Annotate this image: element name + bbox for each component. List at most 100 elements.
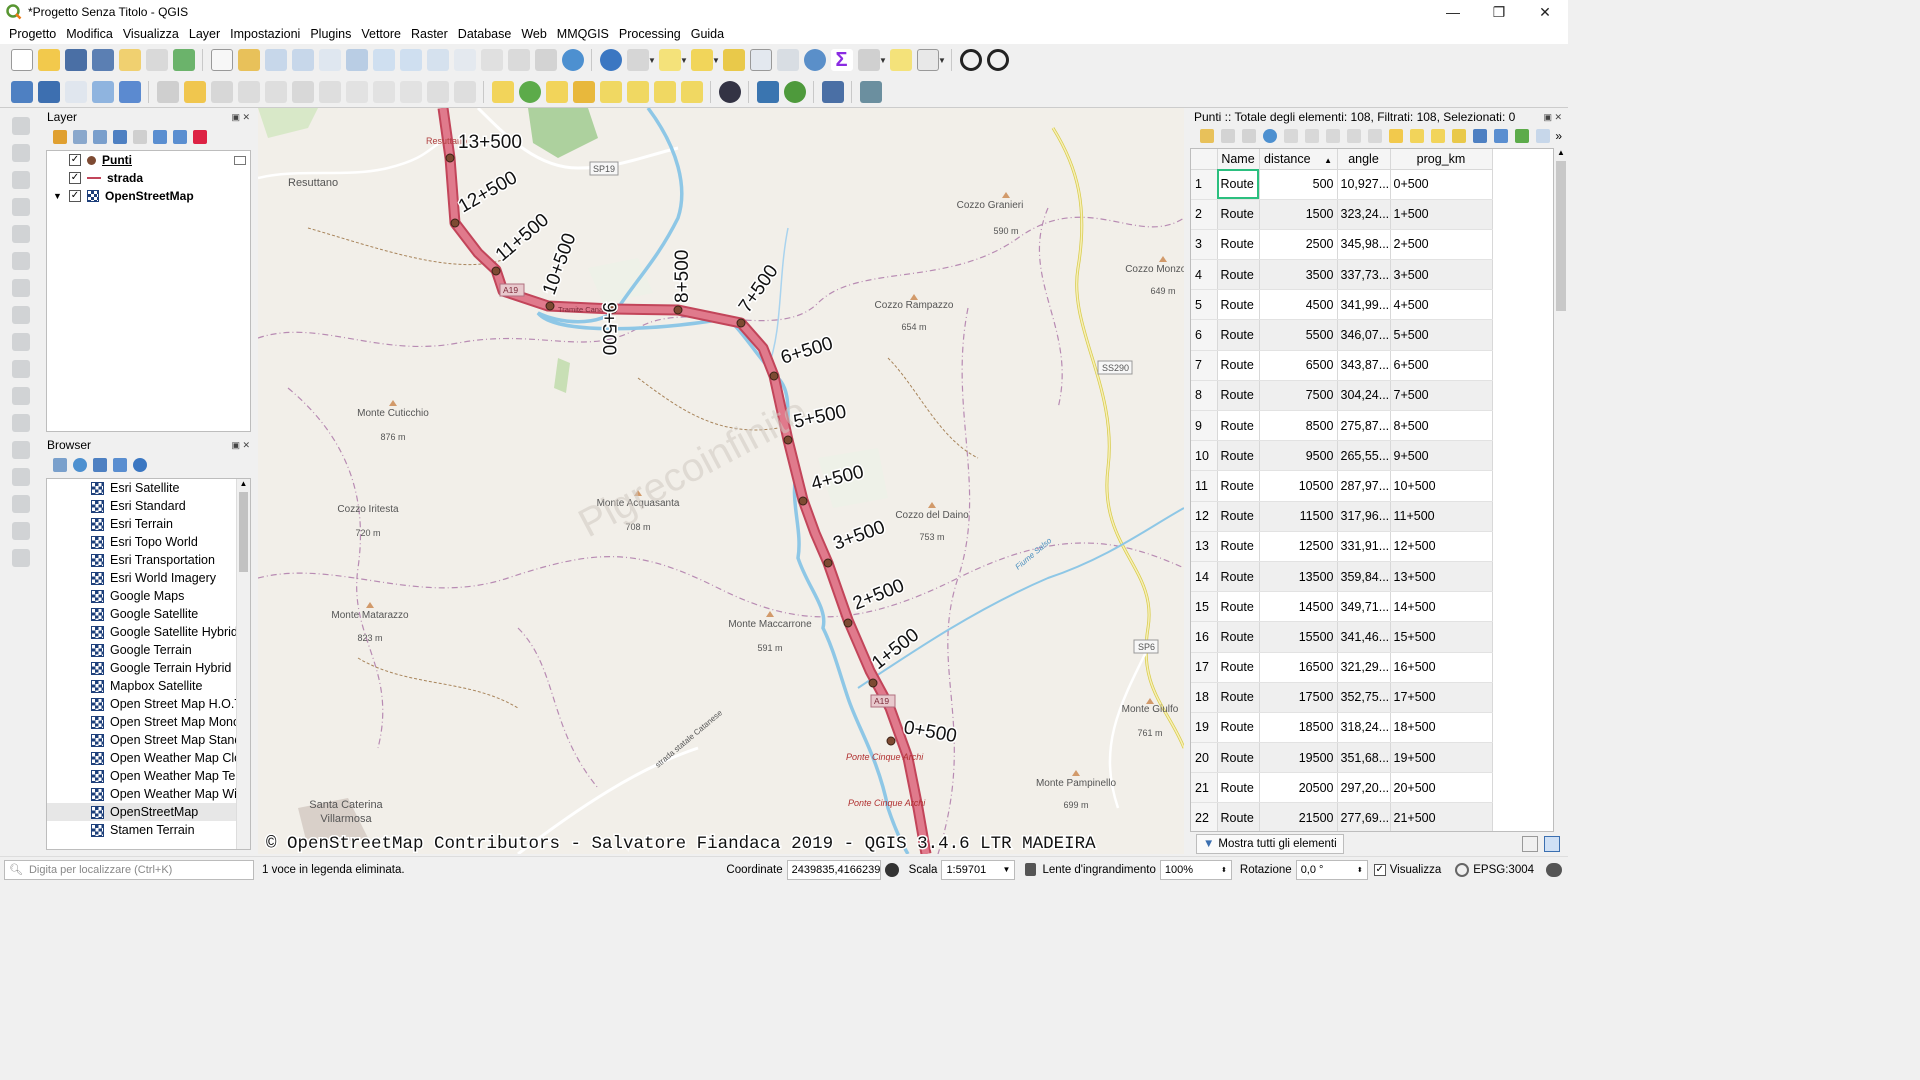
copy-features-icon[interactable] xyxy=(372,80,395,103)
cell-angle[interactable]: 345,98... xyxy=(1337,229,1391,261)
menu-plugins[interactable]: Plugins xyxy=(305,27,356,41)
cell-distance[interactable]: 14500 xyxy=(1259,591,1338,623)
cell-prog-km[interactable]: 1+500 xyxy=(1390,199,1493,230)
digitize-tool-icon[interactable] xyxy=(12,522,30,540)
cell-angle[interactable]: 351,68... xyxy=(1337,742,1391,774)
label-toolbar-icon[interactable] xyxy=(491,80,514,103)
show-bookmarks-icon[interactable] xyxy=(534,49,557,71)
menu-database[interactable]: Database xyxy=(453,27,517,41)
rotate-clockwise-icon[interactable] xyxy=(959,49,982,71)
chainage-point[interactable] xyxy=(843,618,853,628)
cell-distance[interactable]: 8500 xyxy=(1259,410,1338,442)
cell-angle[interactable]: 352,75... xyxy=(1337,682,1391,713)
browser-item[interactable]: Google Terrain xyxy=(47,641,250,659)
digitize-tool-icon[interactable] xyxy=(12,387,30,405)
row-number[interactable]: 21 xyxy=(1191,772,1218,804)
move-selection-top-icon[interactable] xyxy=(1493,129,1508,143)
menu-guida[interactable]: Guida xyxy=(686,27,729,41)
browser-item[interactable]: Open Street Map Mono xyxy=(47,713,250,731)
cell-prog-km[interactable]: 2+500 xyxy=(1390,229,1493,261)
browser-item[interactable]: Esri Standard xyxy=(47,497,250,515)
menu-raster[interactable]: Raster xyxy=(406,27,453,41)
row-number[interactable]: 5 xyxy=(1191,289,1218,321)
browser-item[interactable]: Esri Terrain xyxy=(47,515,250,533)
cell-distance[interactable]: 9500 xyxy=(1259,440,1338,472)
dock-buttons[interactable]: ▣ ✕ xyxy=(231,440,254,451)
select-by-expression-icon[interactable] xyxy=(1388,129,1403,143)
browser-scrollbar[interactable]: ▲ xyxy=(236,479,250,849)
table-row[interactable]: 6 Route 5500 346,07... 5+500 xyxy=(1191,319,1493,351)
redo-icon[interactable] xyxy=(453,80,476,103)
table-row[interactable]: 9 Route 8500 275,87... 8+500 xyxy=(1191,410,1493,442)
browser-item[interactable]: Esri Satellite xyxy=(47,479,250,497)
new-project-icon[interactable] xyxy=(10,49,33,71)
row-number[interactable]: 6 xyxy=(1191,319,1218,351)
minimize-button[interactable]: — xyxy=(1430,4,1476,21)
cell-prog-km[interactable]: 10+500 xyxy=(1390,470,1493,502)
new-shapefile-icon[interactable] xyxy=(64,80,87,103)
menu-layer[interactable]: Layer xyxy=(184,27,225,41)
cell-distance[interactable]: 12500 xyxy=(1259,531,1338,562)
coordinate-field[interactable]: 2439835,4166239 xyxy=(786,859,881,880)
refresh-icon[interactable] xyxy=(73,458,87,472)
cell-name[interactable]: Route xyxy=(1217,410,1260,442)
menu-mmqgis[interactable]: MMQGIS xyxy=(552,27,614,41)
run-action-icon[interactable] xyxy=(626,49,649,71)
cell-distance[interactable]: 7500 xyxy=(1259,380,1338,412)
crs-label[interactable]: EPSG:3004 xyxy=(1473,864,1534,876)
cell-name[interactable]: Route xyxy=(1217,470,1260,502)
row-number[interactable]: 12 xyxy=(1191,501,1218,532)
row-number[interactable]: 2 xyxy=(1191,199,1218,230)
show-hide-labels-icon[interactable] xyxy=(599,80,622,103)
add-group-icon[interactable] xyxy=(73,130,87,144)
cell-prog-km[interactable]: 5+500 xyxy=(1390,319,1493,351)
browser-item[interactable]: Mapbox Satellite xyxy=(47,677,250,695)
zoom-full-icon[interactable] xyxy=(345,49,368,71)
cut-features-icon[interactable] xyxy=(345,80,368,103)
magnifier-spinbox[interactable]: 100% ⬍ xyxy=(1159,859,1232,880)
data-source-manager-icon[interactable] xyxy=(10,80,33,103)
chainage-point[interactable] xyxy=(886,736,896,746)
browser-item[interactable]: Google Maps xyxy=(47,587,250,605)
current-edits-icon[interactable] xyxy=(156,80,179,103)
table-row[interactable]: 8 Route 7500 304,24... 7+500 xyxy=(1191,380,1493,412)
cell-angle[interactable]: 337,73... xyxy=(1337,259,1391,291)
chainage-point[interactable] xyxy=(673,305,683,315)
crs-globe-icon[interactable] xyxy=(1455,862,1470,877)
cell-distance[interactable]: 17500 xyxy=(1259,682,1338,713)
copy-icon[interactable] xyxy=(1346,129,1361,143)
browser-item[interactable]: Esri Transportation xyxy=(47,551,250,569)
open-project-icon[interactable] xyxy=(37,49,60,71)
table-row[interactable]: 5 Route 4500 341,99... 4+500 xyxy=(1191,289,1493,321)
table-row[interactable]: 16 Route 15500 341,46... 15+500 xyxy=(1191,621,1493,653)
cell-prog-km[interactable]: 19+500 xyxy=(1390,742,1493,774)
rotation-spinbox[interactable]: 0,0 ° ⬍ xyxy=(1295,859,1368,880)
chainage-point[interactable] xyxy=(868,678,878,688)
cell-distance[interactable]: 5500 xyxy=(1259,319,1338,351)
cell-distance[interactable]: 15500 xyxy=(1259,621,1338,653)
cell-distance[interactable]: 6500 xyxy=(1259,350,1338,381)
column-header-angle[interactable]: angle xyxy=(1337,149,1391,170)
cell-name[interactable]: Route xyxy=(1217,742,1260,774)
chainage-point[interactable] xyxy=(823,558,833,568)
zoom-last-icon[interactable] xyxy=(426,49,449,71)
row-number[interactable]: 1 xyxy=(1191,169,1218,200)
cell-distance[interactable]: 16500 xyxy=(1259,652,1338,683)
digitize-tool-icon[interactable] xyxy=(12,144,30,162)
cell-distance[interactable]: 4500 xyxy=(1259,289,1338,321)
cell-angle[interactable]: 321,29... xyxy=(1337,652,1391,683)
reload-icon[interactable] xyxy=(1262,129,1277,143)
zoom-to-selection-icon[interactable] xyxy=(1535,129,1550,143)
cell-angle[interactable]: 317,96... xyxy=(1337,501,1391,532)
browser-item-selected[interactable]: OpenStreetMap xyxy=(47,803,250,821)
add-selected-layers-icon[interactable] xyxy=(53,458,67,472)
layer-visibility-checkbox[interactable]: ✓ xyxy=(69,154,81,166)
chainage-point[interactable] xyxy=(769,371,779,381)
toggle-extents-icon[interactable] xyxy=(884,862,899,877)
cell-name[interactable]: Route xyxy=(1217,199,1260,230)
vertex-tool-icon[interactable] xyxy=(264,80,287,103)
cell-prog-km[interactable]: 15+500 xyxy=(1390,621,1493,653)
table-row[interactable]: 4 Route 3500 337,73... 3+500 xyxy=(1191,259,1493,291)
expand-arrow-icon[interactable]: ▼ xyxy=(53,191,69,201)
table-row[interactable]: 22 Route 21500 277,69... 21+500 xyxy=(1191,802,1493,831)
